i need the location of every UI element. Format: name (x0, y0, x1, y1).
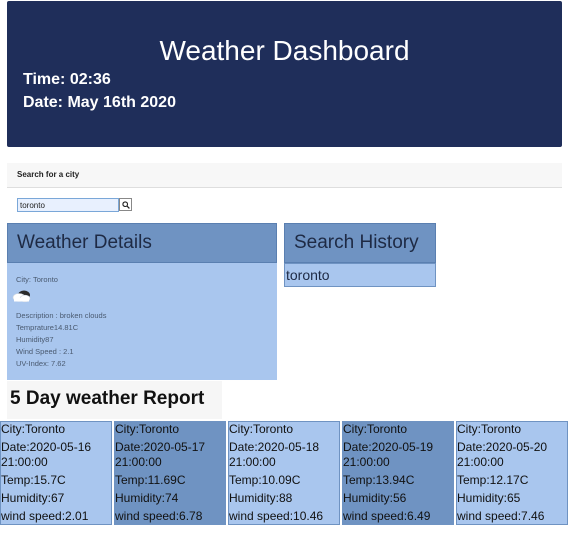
page-title: Weather Dashboard (159, 35, 410, 66)
forecast-date: Date:2020-05-16 (1, 440, 92, 454)
forecast-humidity: Humidity:56 (343, 491, 407, 505)
forecast-humidity: Humidity:88 (229, 491, 293, 505)
details-uv-index: UV-Index: 7.62 (16, 359, 66, 368)
forecast-time: 21:00:00 (457, 455, 504, 469)
forecast-time: 21:00:00 (343, 455, 390, 469)
forecast-card-day4: City:Toronto Date:2020-05-19 21:00:00 Te… (342, 421, 454, 525)
details-humidity: Humidity87 (16, 335, 54, 344)
forecast-wind: wind speed:6.78 (115, 509, 203, 523)
forecast-temp: Temp:15.7C (1, 473, 66, 487)
five-day-report-heading: 5 Day weather Report (10, 388, 205, 409)
search-history-header: Search History (284, 223, 436, 263)
forecast-city: City:Toronto (1, 422, 66, 436)
forecast-date: Date:2020-05-19 (343, 440, 434, 454)
forecast-date: Date:2020-05-18 (229, 440, 320, 454)
forecast-temp: Temp:13.94C (343, 473, 415, 487)
search-button[interactable] (119, 198, 132, 211)
forecast-temp: Temp:12.17C (457, 473, 529, 487)
forecast-city: City:Toronto (343, 422, 408, 436)
forecast-time: 21:00:00 (229, 455, 276, 469)
forecast-wind: wind speed:10.46 (229, 509, 324, 523)
details-temperature: Temprature14.81C (16, 323, 79, 332)
weather-details-heading: Weather Details (17, 232, 152, 253)
city-search-input[interactable] (17, 198, 119, 212)
forecast-city: City:Toronto (115, 422, 180, 436)
forecast-date: Date:2020-05-17 (115, 440, 206, 454)
details-description: Description : broken clouds (16, 311, 107, 320)
forecast-wind: wind speed:6.49 (343, 509, 431, 523)
search-card: Search for a city (7, 163, 562, 219)
forecast-card-day1: City:Toronto Date:2020-05-16 21:00:00 Te… (0, 421, 112, 525)
forecast-city: City:Toronto (229, 422, 294, 436)
broken-clouds-icon (12, 290, 31, 303)
search-card-header: Search for a city (7, 163, 562, 188)
forecast-card-day5: City:Toronto Date:2020-05-20 21:00:00 Te… (456, 421, 568, 525)
search-card-title: Search for a city (17, 170, 80, 179)
forecast-card-day3: City:Toronto Date:2020-05-18 21:00:00 Te… (228, 421, 340, 525)
search-history-heading: Search History (294, 232, 419, 253)
current-date: Date: May 16th 2020 (23, 94, 176, 111)
current-time: Time: 02:36 (23, 71, 111, 88)
weather-details-header: Weather Details (7, 223, 277, 263)
forecast-wind: wind speed:7.46 (457, 509, 545, 523)
forecast-city: City:Toronto (457, 422, 522, 436)
forecast-temp: Temp:10.09C (229, 473, 301, 487)
forecast-wind: wind speed:2.01 (1, 509, 89, 523)
details-city: City: Toronto (16, 275, 58, 284)
weather-details-panel: Weather Details City: Toronto Descriptio… (7, 223, 277, 380)
five-day-report-header: 5 Day weather Report (7, 381, 222, 419)
forecast-humidity: Humidity:67 (1, 491, 65, 505)
details-wind-speed: Wind Speed : 2.1 (16, 347, 74, 356)
history-item-label: toronto (286, 267, 330, 283)
forecast-humidity: Humidity:65 (457, 491, 521, 505)
forecast-date: Date:2020-05-20 (457, 440, 548, 454)
forecast-time: 21:00:00 (115, 455, 162, 469)
forecast-humidity: Humidity:74 (115, 491, 179, 505)
forecast-temp: Temp:11.69C (115, 473, 186, 487)
forecast-card-day2: City:Toronto Date:2020-05-17 21:00:00 Te… (114, 421, 226, 525)
forecast-time: 21:00:00 (1, 455, 48, 469)
dashboard-header: Weather Dashboard Time: 02:36 Date: May … (7, 1, 562, 147)
search-icon (122, 201, 130, 209)
history-item-toronto[interactable]: toronto (284, 263, 436, 287)
